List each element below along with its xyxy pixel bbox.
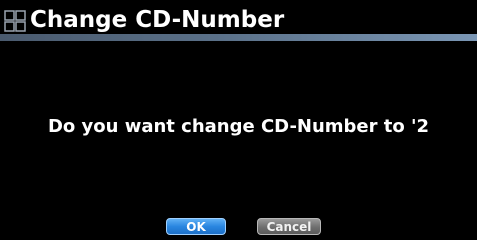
cancel-button[interactable]: Cancel — [257, 218, 321, 235]
dialog-title: Change CD-Number — [30, 7, 285, 33]
dialog-screen: Change CD-Number Do you want change CD-N… — [0, 0, 477, 240]
grid-icon — [4, 10, 26, 32]
dialog-message: Do you want change CD-Number to '2 — [47, 116, 430, 137]
ok-button[interactable]: OK — [166, 218, 226, 235]
title-underline — [0, 34, 477, 41]
title-bar: Change CD-Number — [0, 0, 477, 41]
